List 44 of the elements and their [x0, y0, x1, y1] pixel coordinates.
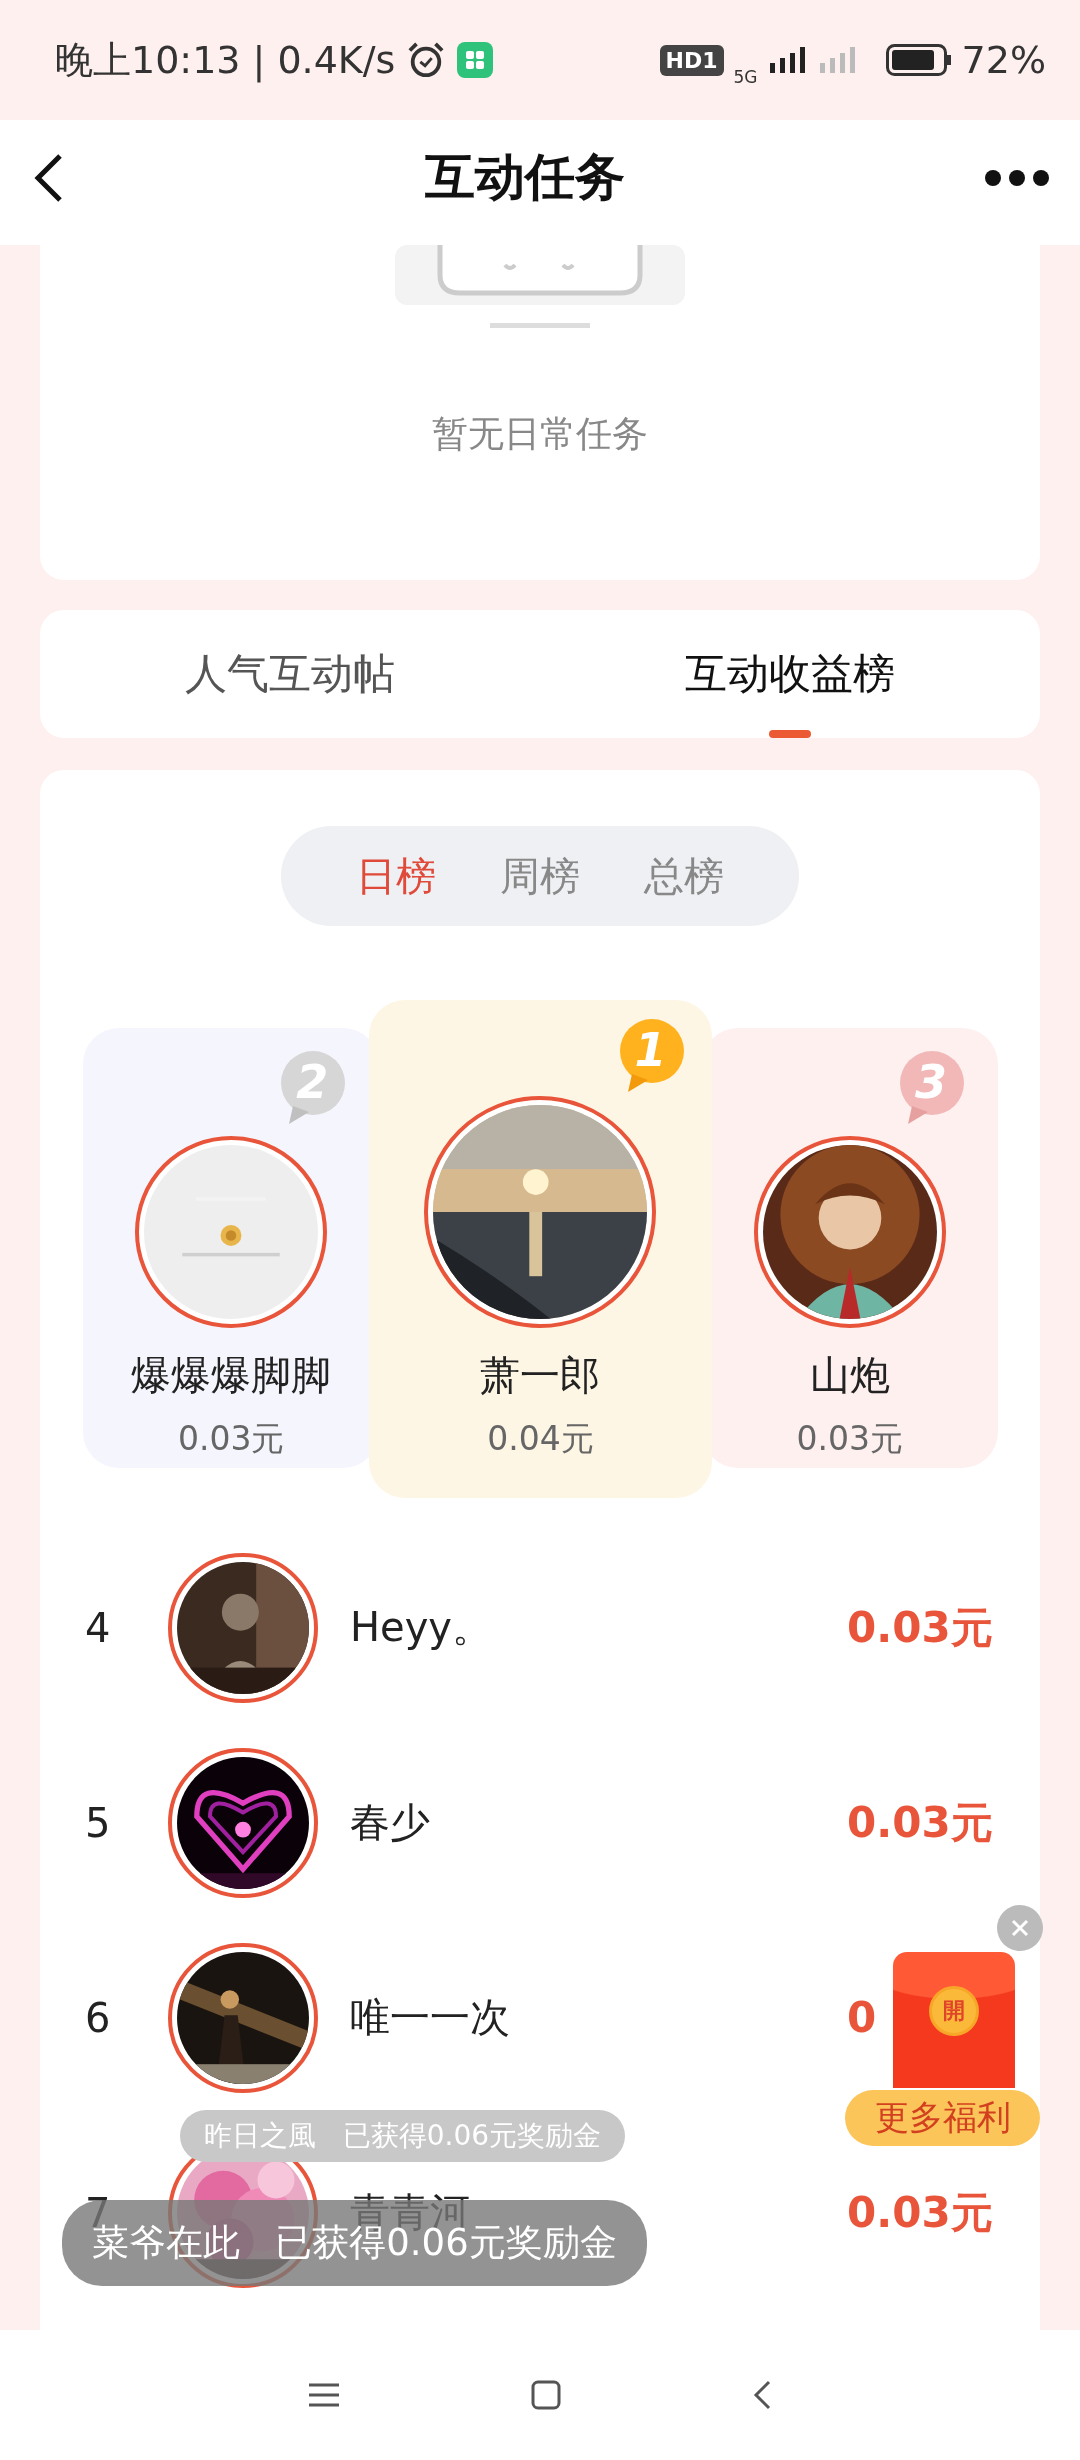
period-tab[interactable]: 周榜 — [468, 826, 612, 926]
avatar[interactable] — [168, 1942, 318, 2093]
avatar[interactable] — [168, 1747, 318, 1898]
network-speed: | 0.4K/s — [252, 38, 396, 82]
more-icon[interactable] — [984, 168, 1050, 187]
alarm-icon — [407, 41, 446, 79]
period-tab[interactable]: 日榜 — [324, 826, 468, 926]
page-title: 互动任务 — [425, 147, 625, 208]
app-grid-icon — [457, 42, 494, 78]
signal-icon — [817, 45, 858, 75]
reward-amount: 0.03元 — [796, 1418, 904, 1460]
tab[interactable]: 互动收益榜 — [540, 610, 1040, 738]
reward-amount: 0.03元 — [847, 1796, 993, 1849]
reward-amount: 0.03元 — [847, 1601, 993, 1654]
reward-amount: 0 — [847, 1993, 877, 2042]
hd-badge: HD1 — [659, 44, 724, 76]
gift-envelope[interactable]: 開 — [893, 1952, 1015, 2088]
clock-time: 晚上10:13 — [55, 36, 241, 84]
network-type: 5G — [733, 67, 758, 87]
user-name: 萧一郎 — [480, 1351, 601, 1400]
user-name: Heyy。 — [350, 1603, 493, 1652]
menu-icon[interactable] — [307, 2382, 341, 2408]
period-tab[interactable]: 总榜 — [612, 826, 756, 926]
close-icon — [1011, 1919, 1029, 1937]
user-name: 春少 — [350, 1798, 430, 1847]
avatar[interactable] — [168, 1552, 318, 1703]
rank-number: 6 — [85, 1994, 112, 2041]
envelope-seal: 開 — [929, 1986, 979, 2036]
battery-icon — [885, 44, 952, 76]
battery-percent: 72% — [961, 38, 1046, 82]
reward-amount: 0.04元 — [487, 1418, 594, 1460]
empty-message: 暂无日常任务 — [432, 412, 648, 456]
user-name: 爆爆爆脚脚 — [131, 1351, 332, 1400]
rank-number: 5 — [85, 1799, 112, 1846]
rank-number: 4 — [85, 1604, 112, 1651]
reward-amount: 0.03元 — [177, 1418, 285, 1460]
home-icon[interactable] — [531, 2380, 561, 2410]
user-name: 唯一一次 — [350, 1993, 510, 2042]
more-benefits-button[interactable]: 更多福利 — [845, 2090, 1040, 2146]
reward-amount: 0.03元 — [847, 2186, 993, 2239]
back-icon[interactable] — [751, 2379, 773, 2411]
signal-icon — [767, 45, 808, 75]
tab[interactable]: 人气互动帖 — [40, 610, 540, 738]
user-name: 山炮 — [809, 1351, 890, 1400]
